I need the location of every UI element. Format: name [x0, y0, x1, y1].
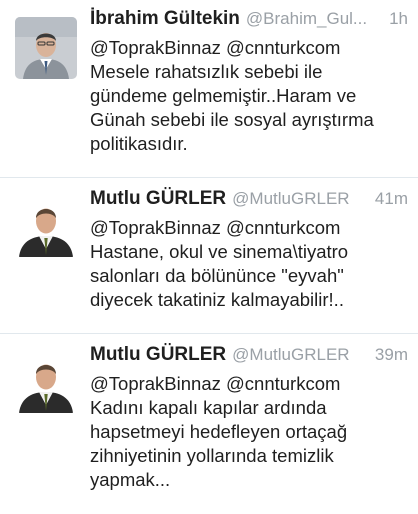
tweet-text-line: gündeme gelmemiştir..Haram ve — [90, 85, 357, 106]
author-handle[interactable]: @MutluGRLER — [232, 345, 367, 365]
tweet-content: İbrahim Gültekin @Brahim_Gul... 1h @Topr… — [90, 8, 408, 156]
tweet-header: İbrahim Gültekin @Brahim_Gul... 1h — [90, 8, 408, 36]
tweet-text-line: hapsetmeyi hedefleyen ortaçağ — [90, 421, 348, 442]
avatar[interactable] — [15, 195, 77, 257]
tweet-text-line: @ToprakBinnaz @cnnturkcom — [90, 373, 341, 394]
tweet-content: Mutlu GÜRLER @MutluGRLER 41m @ToprakBinn… — [90, 188, 408, 312]
tweet[interactable]: İbrahim Gültekin @Brahim_Gul... 1h @Topr… — [0, 0, 418, 178]
tweet-timeline: İbrahim Gültekin @Brahim_Gul... 1h @Topr… — [0, 0, 418, 514]
tweet-text-line: politikasıdır. — [90, 133, 188, 154]
tweet-text-line: @ToprakBinnaz @cnnturkcom — [90, 37, 341, 58]
timestamp[interactable]: 39m — [375, 345, 408, 365]
tweet-text-line: zihniyetinin yollarında temizlik — [90, 445, 334, 466]
tweet-text-line: diyecek takatiniz kalmayabilir!.. — [90, 289, 344, 310]
author-name[interactable]: Mutlu GÜRLER — [90, 344, 226, 366]
tweet-text: @ToprakBinnaz @cnnturkcom Kadını kapalı … — [90, 372, 408, 492]
tweet-text-line: Hastane, okul ve sinema\tiyatro — [90, 241, 349, 262]
profile-photo-icon — [15, 17, 77, 79]
tweet-text-line: Kadını kapalı kapılar ardında — [90, 397, 327, 418]
tweet-text-line: Mesele rahatsızlık sebebi ile — [90, 61, 323, 82]
author-handle[interactable]: @Brahim_Gul... — [246, 9, 381, 29]
avatar[interactable] — [15, 17, 77, 79]
tweet-header: Mutlu GÜRLER @MutluGRLER 41m — [90, 188, 408, 216]
avatar[interactable] — [15, 351, 77, 413]
profile-photo-icon — [15, 195, 77, 257]
tweet-text-line: @ToprakBinnaz @cnnturkcom — [90, 217, 341, 238]
timestamp[interactable]: 1h — [389, 9, 408, 29]
tweet-text-line: salonları da bölününce "eyvah" — [90, 265, 344, 286]
tweet[interactable]: Mutlu GÜRLER @MutluGRLER 39m @ToprakBinn… — [0, 334, 418, 514]
tweet-text: @ToprakBinnaz @cnnturkcom Mesele rahatsı… — [90, 36, 408, 156]
tweet[interactable]: Mutlu GÜRLER @MutluGRLER 41m @ToprakBinn… — [0, 178, 418, 334]
tweet-text-line: yapmak... — [90, 469, 171, 490]
author-name[interactable]: Mutlu GÜRLER — [90, 188, 226, 210]
tweet-content: Mutlu GÜRLER @MutluGRLER 39m @ToprakBinn… — [90, 344, 408, 492]
author-handle[interactable]: @MutluGRLER — [232, 189, 367, 209]
tweet-header: Mutlu GÜRLER @MutluGRLER 39m — [90, 344, 408, 372]
tweet-text-line: Günah sebebi ile sosyal ayrıştırma — [90, 109, 374, 130]
timestamp[interactable]: 41m — [375, 189, 408, 209]
author-name[interactable]: İbrahim Gültekin — [90, 8, 240, 30]
tweet-text: @ToprakBinnaz @cnnturkcom Hastane, okul … — [90, 216, 408, 312]
profile-photo-icon — [15, 351, 77, 413]
